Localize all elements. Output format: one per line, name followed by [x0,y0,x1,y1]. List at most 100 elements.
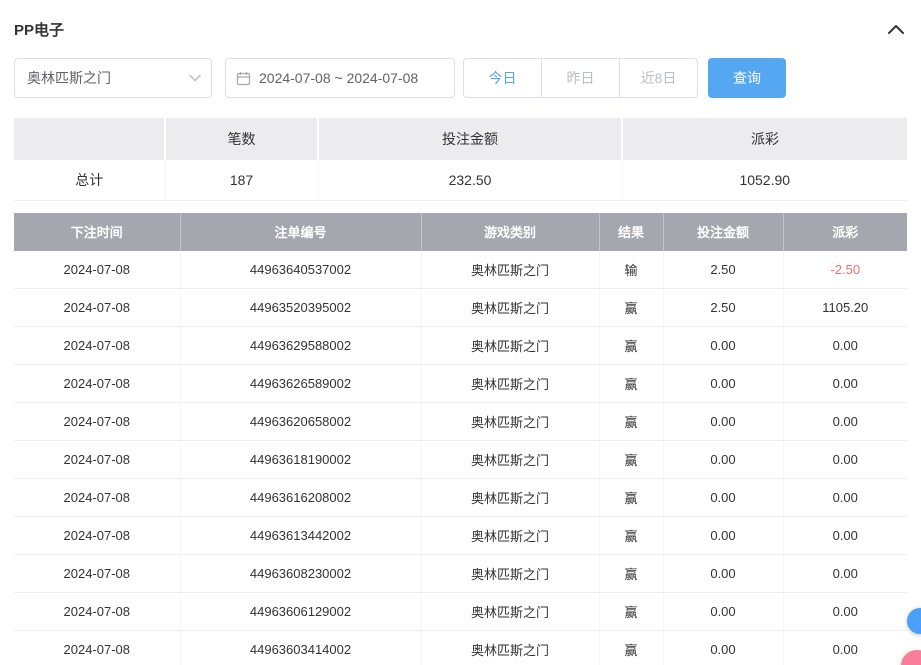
search-button[interactable]: 查询 [708,58,786,98]
header-bet-amount: 投注金额 [663,213,783,251]
table-row: 2024-07-08 44963620658002 奥林匹斯之门 赢 0.00 … [14,403,907,441]
cell-result: 赢 [599,365,663,403]
cell-bet-amount: 0.00 [663,631,783,665]
table-row: 2024-07-08 44963626589002 奥林匹斯之门 赢 0.00 … [14,365,907,403]
summary-total-row: 总计 187 232.50 1052.90 [14,160,907,200]
cell-order-number: 44963618190002 [180,441,421,479]
cell-bet-time: 2024-07-08 [14,479,180,517]
table-row: 2024-07-08 44963608230002 奥林匹斯之门 赢 0.00 … [14,555,907,593]
pp-games-panel: PP电子 奥林匹斯之门 2 [0,14,921,665]
summary-header-bet-amount: 投注金额 [318,118,622,160]
cell-result: 赢 [599,479,663,517]
cell-bet-time: 2024-07-08 [14,403,180,441]
table-row: 2024-07-08 44963629588002 奥林匹斯之门 赢 0.00 … [14,327,907,365]
cell-result: 赢 [599,403,663,441]
cell-payout: 0.00 [783,441,907,479]
panel-title: PP电子 [14,19,64,40]
cell-game-category: 奥林匹斯之门 [421,289,599,327]
today-button[interactable]: 今日 [463,58,542,98]
cell-result: 赢 [599,593,663,631]
cell-game-category: 奥林匹斯之门 [421,365,599,403]
cell-bet-time: 2024-07-08 [14,517,180,555]
quick-date-button-group: 今日 昨日 近8日 [463,58,698,98]
cell-order-number: 44963629588002 [180,327,421,365]
cell-payout: 0.00 [783,517,907,555]
game-select[interactable]: 奥林匹斯之门 [14,58,212,98]
summary-header-payout: 派彩 [622,118,907,160]
header-bet-time: 下注时间 [14,213,180,251]
cell-bet-time: 2024-07-08 [14,289,180,327]
summary-header-count: 笔数 [165,118,318,160]
cell-bet-amount: 0.00 [663,555,783,593]
cell-payout: 0.00 [783,631,907,665]
cell-bet-time: 2024-07-08 [14,251,180,289]
cell-game-category: 奥林匹斯之门 [421,403,599,441]
cell-result: 赢 [599,289,663,327]
last-8-days-button[interactable]: 近8日 [619,58,698,98]
cell-bet-amount: 2.50 [663,289,783,327]
cell-order-number: 44963606129002 [180,593,421,631]
cell-bet-amount: 0.00 [663,327,783,365]
summary-total-label: 总计 [14,160,165,200]
table-row: 2024-07-08 44963613442002 奥林匹斯之门 赢 0.00 … [14,517,907,555]
cell-bet-amount: 0.00 [663,593,783,631]
cell-bet-amount: 0.00 [663,365,783,403]
cell-game-category: 奥林匹斯之门 [421,479,599,517]
table-row: 2024-07-08 44963606129002 奥林匹斯之门 赢 0.00 … [14,593,907,631]
cell-order-number: 44963616208002 [180,479,421,517]
summary-total-payout: 1052.90 [622,160,907,200]
cell-bet-amount: 0.00 [663,403,783,441]
collapse-chevron-up-icon[interactable] [885,18,907,40]
summary-header-row: 笔数 投注金额 派彩 [14,118,907,160]
summary-total-count: 187 [165,160,318,200]
cell-order-number: 44963620658002 [180,403,421,441]
cell-order-number: 44963613442002 [180,517,421,555]
date-range-value: 2024-07-08 ~ 2024-07-08 [259,70,418,86]
date-range-input[interactable]: 2024-07-08 ~ 2024-07-08 [225,58,455,98]
cell-payout: 0.00 [783,593,907,631]
panel-header: PP电子 [14,14,907,44]
summary-total-bet-amount: 232.50 [318,160,622,200]
header-order-number: 注单编号 [180,213,421,251]
summary-table: 笔数 投注金额 派彩 总计 187 232.50 1052.90 [14,118,907,201]
table-row: 2024-07-08 44963520395002 奥林匹斯之门 赢 2.50 … [14,289,907,327]
cell-payout: -2.50 [783,251,907,289]
cell-payout: 0.00 [783,327,907,365]
cell-bet-time: 2024-07-08 [14,441,180,479]
filter-row: 奥林匹斯之门 2024-07-08 ~ 2024-07-08 今日 昨日 [14,58,907,98]
cell-order-number: 44963608230002 [180,555,421,593]
cell-game-category: 奥林匹斯之门 [421,441,599,479]
cell-result: 赢 [599,517,663,555]
cell-game-category: 奥林匹斯之门 [421,631,599,665]
table-row: 2024-07-08 44963640537002 奥林匹斯之门 输 2.50 … [14,251,907,289]
game-select-value: 奥林匹斯之门 [27,68,111,88]
cell-payout: 0.00 [783,555,907,593]
cell-game-category: 奥林匹斯之门 [421,555,599,593]
cell-payout: 1105.20 [783,289,907,327]
cell-game-category: 奥林匹斯之门 [421,517,599,555]
floating-widget-blue[interactable] [907,608,921,634]
yesterday-button[interactable]: 昨日 [541,58,620,98]
cell-bet-amount: 0.00 [663,441,783,479]
header-payout: 派彩 [783,213,907,251]
cell-result: 赢 [599,327,663,365]
summary-header-blank [14,118,165,160]
calendar-icon [236,71,251,86]
cell-bet-time: 2024-07-08 [14,327,180,365]
cell-result: 输 [599,251,663,289]
cell-bet-amount: 0.00 [663,517,783,555]
header-result: 结果 [599,213,663,251]
cell-bet-time: 2024-07-08 [14,365,180,403]
table-row: 2024-07-08 44963616208002 奥林匹斯之门 赢 0.00 … [14,479,907,517]
cell-bet-amount: 2.50 [663,251,783,289]
cell-order-number: 44963520395002 [180,289,421,327]
cell-order-number: 44963640537002 [180,251,421,289]
chevron-down-icon [189,74,201,82]
cell-result: 赢 [599,631,663,665]
cell-order-number: 44963603414002 [180,631,421,665]
cell-bet-time: 2024-07-08 [14,631,180,665]
cell-result: 赢 [599,555,663,593]
cell-payout: 0.00 [783,479,907,517]
cell-order-number: 44963626589002 [180,365,421,403]
header-game-category: 游戏类别 [421,213,599,251]
